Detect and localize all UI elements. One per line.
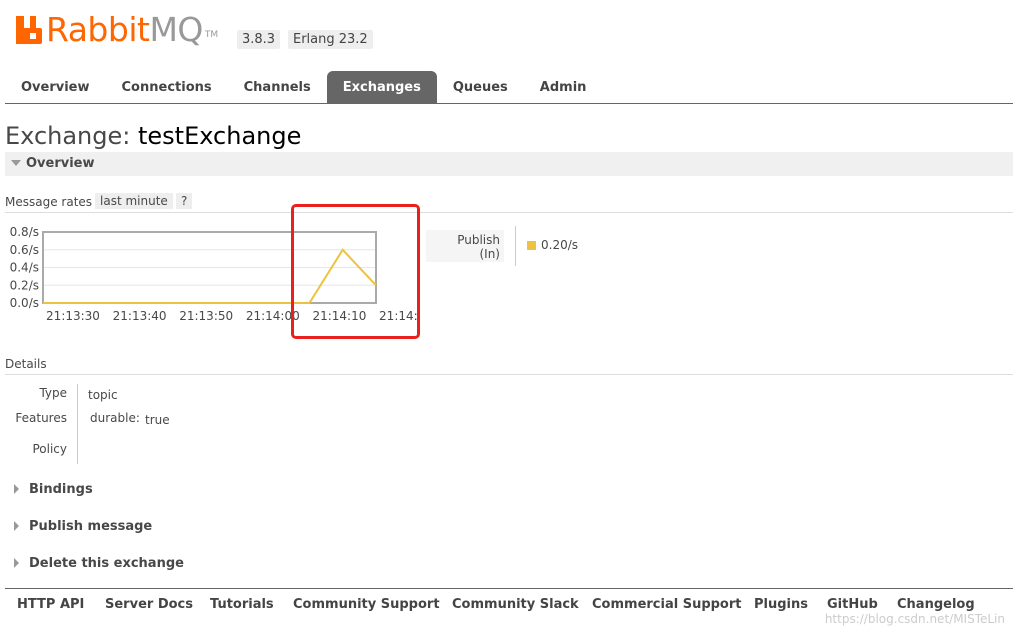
details-divider	[5, 374, 1013, 375]
tab-connections[interactable]: Connections	[106, 71, 228, 103]
y-tick-label: 0.0/s	[10, 296, 39, 310]
footer-link-server-docs[interactable]: Server Docs	[105, 597, 193, 612]
legend-title-line1: Publish	[457, 233, 500, 247]
bindings-section-toggle[interactable]: Bindings	[14, 482, 93, 497]
durable-value: true	[145, 413, 170, 427]
y-tick-label: 0.6/s	[10, 243, 39, 257]
tab-admin[interactable]: Admin	[524, 71, 603, 103]
x-tick-label: 21:13:30	[46, 309, 100, 323]
footer-link-commercial-support[interactable]: Commercial Support	[592, 597, 742, 612]
logo-rabbit-text: Rabbit	[46, 10, 150, 49]
type-value: topic	[88, 388, 118, 402]
rates-range-selector[interactable]: last minute	[95, 193, 173, 209]
delete-exchange-section-toggle[interactable]: Delete this exchange	[14, 556, 184, 571]
footer-link-plugins[interactable]: Plugins	[754, 597, 808, 612]
triangle-right-icon	[14, 520, 19, 531]
legend-publish-rate: 0.20/s	[541, 238, 579, 252]
logo-mq-text: MQ	[149, 10, 203, 49]
y-tick-label: 0.4/s	[10, 261, 39, 275]
legend-swatch	[527, 241, 536, 250]
durable-key: durable:	[90, 411, 140, 425]
overview-section-toggle[interactable]: Overview	[5, 152, 1013, 176]
overview-heading: Overview	[26, 156, 95, 171]
rates-help-button[interactable]: ?	[176, 193, 193, 209]
triangle-right-icon	[14, 557, 19, 568]
legend-divider	[515, 226, 516, 266]
exchange-name: testExchange	[138, 122, 302, 150]
y-tick-label: 0.8/s	[10, 225, 39, 239]
legend-title-line2: (In)	[479, 247, 500, 261]
erlang-badge: Erlang 23.2	[288, 30, 373, 49]
tab-queues[interactable]: Queues	[437, 71, 524, 103]
x-tick-label: 21:13:40	[113, 309, 167, 323]
triangle-right-icon	[14, 483, 19, 494]
type-key: Type	[39, 386, 67, 400]
details-heading: Details	[5, 357, 47, 371]
publish-message-section-toggle[interactable]: Publish message	[14, 519, 152, 534]
triangle-down-icon	[11, 160, 21, 166]
rabbitmq-logo: RabbitMQ TM	[16, 12, 218, 48]
details-vertical-divider	[77, 384, 78, 464]
page-title-prefix: Exchange:	[5, 122, 131, 150]
message-rates-row: Message rates last minute ?	[5, 193, 1013, 213]
delete-exchange-heading: Delete this exchange	[29, 556, 184, 571]
y-tick-label: 0.2/s	[10, 278, 39, 292]
chart-legend-title: Publish (In)	[426, 230, 504, 262]
bindings-heading: Bindings	[29, 482, 93, 497]
x-tick-label: 21:13:50	[179, 309, 233, 323]
policy-key: Policy	[32, 442, 67, 456]
footer-link-community-support[interactable]: Community Support	[293, 597, 440, 612]
footer-link-changelog[interactable]: Changelog	[897, 597, 975, 612]
footer-link-http-api[interactable]: HTTP API	[17, 597, 84, 612]
page-title: Exchange: testExchange	[5, 122, 301, 150]
rabbitmq-logo-icon	[16, 16, 42, 44]
tab-channels[interactable]: Channels	[228, 71, 327, 103]
message-rates-label: Message rates	[5, 195, 93, 209]
watermark: https://blog.csdn.net/MISTeLin	[824, 612, 1005, 626]
publish-message-heading: Publish message	[29, 519, 153, 534]
features-key: Features	[15, 411, 67, 425]
logo-trademark: TM	[204, 30, 219, 40]
main-tabs: Overview Connections Channels Exchanges …	[5, 71, 1013, 104]
version-badge: 3.8.3	[237, 30, 281, 49]
footer-link-github[interactable]: GitHub	[827, 597, 878, 612]
footer-link-community-slack[interactable]: Community Slack	[452, 597, 579, 612]
footer-link-tutorials[interactable]: Tutorials	[210, 597, 274, 612]
highlight-annotation-box	[291, 204, 420, 339]
tab-overview[interactable]: Overview	[5, 71, 106, 103]
tab-exchanges[interactable]: Exchanges	[326, 71, 437, 103]
